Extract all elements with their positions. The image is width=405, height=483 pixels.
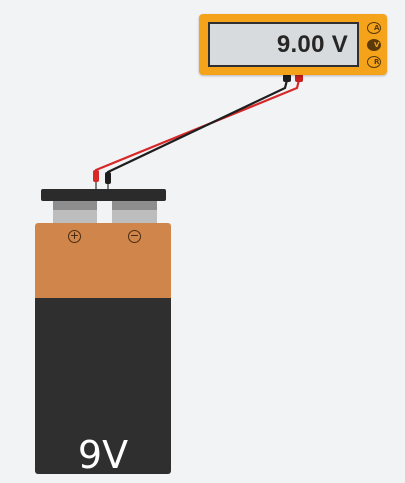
battery-cap-band: + −	[35, 223, 171, 298]
battery-top-plate[interactable]	[41, 189, 166, 201]
voltmeter-mode-button[interactable]: V	[367, 39, 381, 51]
battery-positive-terminal[interactable]	[53, 201, 97, 223]
battery-9v[interactable]: + − 9V	[35, 223, 171, 474]
positive-symbol-icon: +	[68, 229, 81, 243]
circuit-canvas[interactable]: 9.00 V A V R + − 9V	[0, 0, 405, 483]
battery-voltage-label: 9V	[77, 433, 129, 474]
red-probe-tip[interactable]	[93, 170, 99, 191]
black-probe-connector[interactable]	[283, 74, 291, 82]
red-lead-wire[interactable]	[94, 78, 301, 172]
multimeter-reading: 9.00 V	[276, 30, 348, 58]
black-lead-wire[interactable]	[106, 78, 289, 174]
negative-symbol-icon: −	[128, 229, 141, 243]
red-probe-connector[interactable]	[295, 74, 303, 82]
ammeter-mode-button[interactable]: A	[367, 22, 381, 34]
multimeter[interactable]: 9.00 V A V R	[199, 14, 387, 75]
multimeter-display: 9.00 V	[208, 22, 359, 67]
battery-lower-body: 9V	[35, 298, 171, 474]
ohmmeter-mode-button[interactable]: R	[367, 56, 381, 68]
battery-negative-terminal[interactable]	[112, 201, 157, 223]
